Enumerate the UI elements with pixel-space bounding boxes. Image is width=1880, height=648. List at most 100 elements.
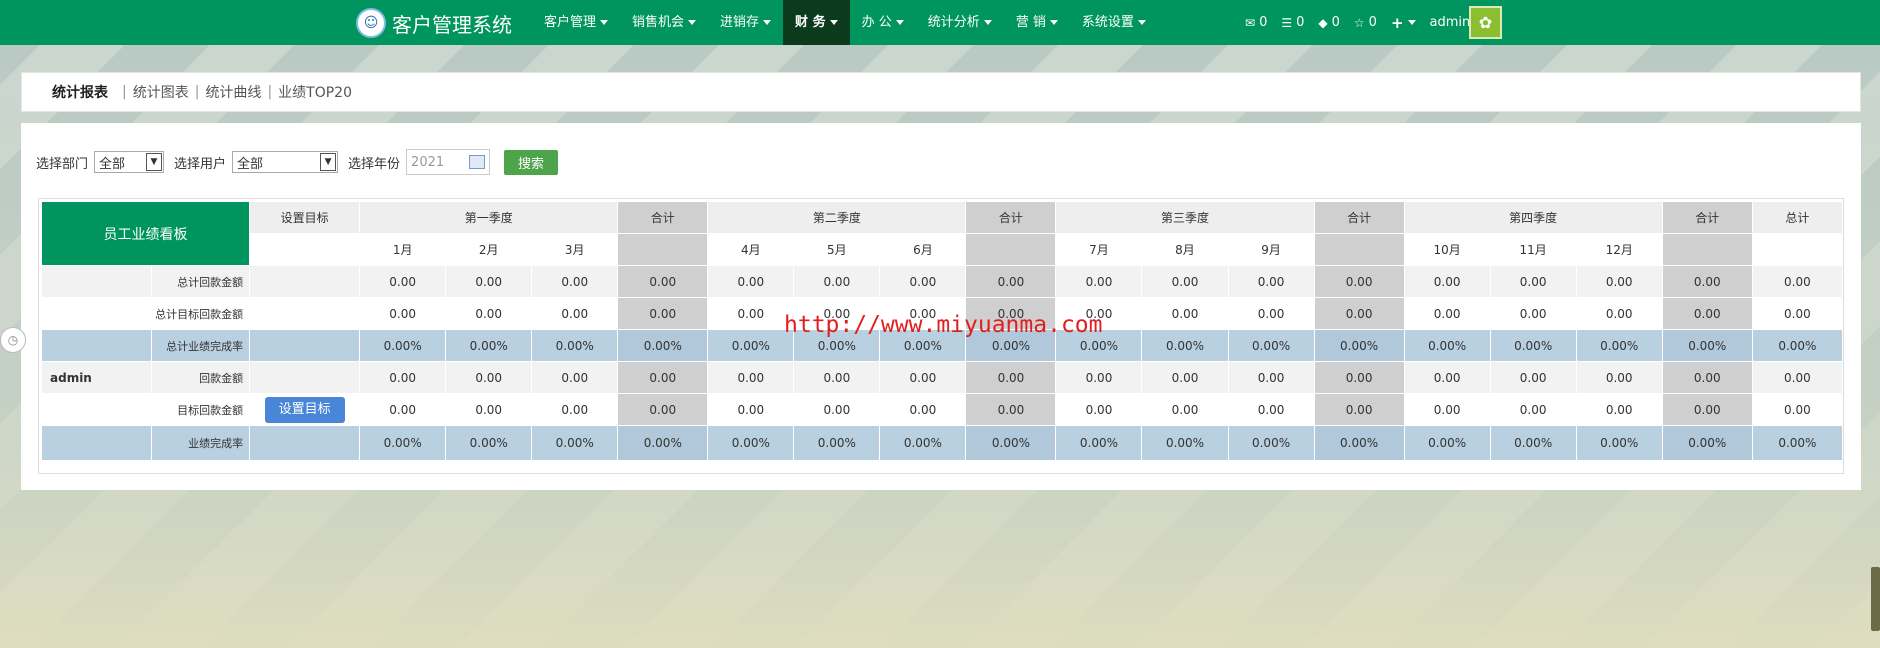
quarter-sum-cell: 0.00	[965, 297, 1057, 330]
avatar[interactable]: ✿	[1469, 6, 1502, 39]
tab-stat-chart[interactable]: 统计图表	[133, 82, 189, 102]
value-cell: 0.00%	[359, 329, 447, 362]
menu-settings[interactable]: 系统设置	[1070, 0, 1158, 45]
username: admin	[1429, 15, 1471, 30]
value-cell: 0.00	[1055, 297, 1143, 330]
value-cell: 0.00%	[531, 329, 619, 362]
caret-down-icon	[983, 20, 992, 25]
quarter-sum-cell: 0.00	[1313, 265, 1405, 298]
value-cell: 0.00	[1489, 297, 1577, 330]
report-panel: 选择部门 全部 ▼ 选择用户 全部 ▼ 选择年份 2021 搜索 员工业绩看板设…	[21, 123, 1861, 490]
tasks-link[interactable]: ◆ 0	[1318, 15, 1340, 30]
header-row-quarters: 员工业绩看板 设置目标 第一季度 合计 第二季度 合计 第三季度 合计 第四季度 合计 总计	[40, 201, 1844, 266]
calendar-icon[interactable]	[469, 155, 486, 169]
quarter-sum-header: 合计	[965, 201, 1057, 234]
row-label: 回款金额	[151, 361, 251, 394]
user-name-cell: admin	[40, 361, 153, 394]
quarter-sum-cell: 0.00	[617, 265, 709, 298]
quarter-sum-cell: 0.00%	[617, 425, 709, 461]
menu-label: 客户管理	[544, 15, 597, 30]
month-header: 9月	[1227, 233, 1315, 266]
dept-label: 选择部门	[36, 156, 89, 172]
search-button[interactable]: 搜索	[504, 149, 559, 175]
quarter-sum-cell: 0.00	[1661, 265, 1753, 298]
set-target-button[interactable]: 设置目标	[264, 396, 345, 423]
menu-customer[interactable]: 客户管理	[532, 0, 620, 45]
tab-separator: |	[194, 84, 200, 100]
set-target-cell: 设置目标	[249, 393, 361, 426]
year-input[interactable]: 2021	[406, 149, 491, 175]
month-header: 6月	[879, 233, 967, 266]
value-cell: 0.00	[359, 393, 447, 426]
set-target-cell	[249, 297, 361, 330]
value-cell: 0.00	[1489, 361, 1577, 394]
value-cell: 0.00%	[1141, 329, 1229, 362]
table-row: 总计回款金额 0.00 0.00 0.00 0.00 0.00 0.00 0.00 0.00 0.…	[40, 265, 1844, 298]
quarter-header: 第一季度	[359, 201, 619, 234]
value-cell: 0.00%	[1403, 425, 1491, 461]
value-cell: 0.00	[1055, 393, 1143, 426]
brand[interactable]: ☺ 客户管理系统	[356, 7, 512, 39]
tab-separator: |	[267, 84, 273, 100]
diamond-icon: ◆	[1318, 15, 1328, 30]
value-cell: 0.00	[879, 265, 967, 298]
menu-inventory[interactable]: 进销存	[708, 0, 783, 45]
quarter-sum-blank	[1661, 233, 1753, 266]
menu-finance[interactable]: 财 务	[783, 0, 850, 45]
quarter-header: 第三季度	[1055, 201, 1315, 234]
list-link[interactable]: ☰ 0	[1281, 15, 1304, 30]
mail-link[interactable]: ✉ 0	[1245, 15, 1267, 30]
dept-select-value: 全部	[99, 156, 126, 172]
value-cell: 0.00	[1575, 297, 1663, 330]
value-cell: 0.00	[1141, 297, 1229, 330]
tab-stat-report[interactable]: 统计报表	[52, 82, 108, 102]
user-name-cell	[40, 425, 153, 461]
month-header: 5月	[793, 233, 881, 266]
user-name-cell	[40, 329, 153, 362]
value-cell: 0.00%	[1055, 329, 1143, 362]
value-cell: 0.00	[707, 393, 795, 426]
value-cell: 0.00	[707, 361, 795, 394]
list-icon: ☰	[1281, 15, 1293, 30]
value-cell: 0.00%	[1227, 329, 1315, 362]
table-row: 总计目标回款金额 0.00 0.00 0.00 0.00 0.00 0.00 0.00 0.00…	[40, 297, 1844, 330]
value-cell: 0.00%	[793, 329, 881, 362]
tab-stat-curve[interactable]: 统计曲线	[205, 82, 261, 102]
quarter-sum-cell: 0.00%	[617, 329, 709, 362]
quarter-sum-cell: 0.00%	[1313, 329, 1405, 362]
value-cell: 0.00	[707, 265, 795, 298]
tab-top20[interactable]: 业绩TOP20	[278, 82, 352, 102]
menu-sales-opportunity[interactable]: 销售机会	[620, 0, 708, 45]
quarter-sum-cell: 0.00	[1313, 297, 1405, 330]
plus-icon: +	[1390, 13, 1404, 32]
add-menu[interactable]: +	[1391, 14, 1416, 32]
value-cell: 0.00%	[879, 329, 967, 362]
user-label: 选择用户	[174, 156, 227, 172]
table-row: 目标回款金额 设置目标 0.00 0.00 0.00 0.00 0.00 0.00 0.00 0.…	[40, 393, 1844, 426]
quarter-sum-cell: 0.00%	[1661, 425, 1753, 461]
user-name-cell	[40, 265, 153, 298]
month-header: 12月	[1575, 233, 1663, 266]
menu-office[interactable]: 办 公	[850, 0, 916, 45]
value-cell: 0.00	[531, 265, 619, 298]
menu-label: 进销存	[720, 15, 760, 30]
table-row: 总计业绩完成率 0.00% 0.00% 0.00% 0.00% 0.00% 0.00% 0.0…	[40, 329, 1844, 362]
performance-table: 员工业绩看板 设置目标 第一季度 合计 第二季度 合计 第三季度 合计 第四季度 合计 总计 1月 2月…	[40, 201, 1844, 461]
user-select[interactable]: 全部 ▼	[232, 151, 339, 173]
value-cell: 0.00	[793, 297, 881, 330]
menu-label: 系统设置	[1081, 15, 1134, 30]
star-link[interactable]: ☆ 0	[1354, 15, 1377, 30]
filter-bar: 选择部门 全部 ▼ 选择用户 全部 ▼ 选择年份 2021 搜索	[36, 149, 559, 175]
clock-icon[interactable]: ◷	[0, 327, 26, 353]
scrollbar-handle[interactable]	[1871, 567, 1880, 631]
menu-marketing[interactable]: 营 销	[1004, 0, 1070, 45]
value-cell: 0.00	[1141, 393, 1229, 426]
user-menu[interactable]: admin	[1430, 15, 1471, 30]
dept-select[interactable]: 全部 ▼	[94, 151, 165, 173]
menu-statistics[interactable]: 统计分析	[916, 0, 1004, 45]
value-cell: 0.00	[359, 361, 447, 394]
nav-right: ✉ 0 ☰ 0 ◆ 0 ☆ 0 + admin	[1245, 0, 1484, 45]
value-cell: 0.00	[1403, 393, 1491, 426]
month-header: 3月	[531, 233, 619, 266]
performance-table-wrap: 员工业绩看板 设置目标 第一季度 合计 第二季度 合计 第三季度 合计 第四季度 合计 总计 1月 2月…	[38, 198, 1844, 474]
